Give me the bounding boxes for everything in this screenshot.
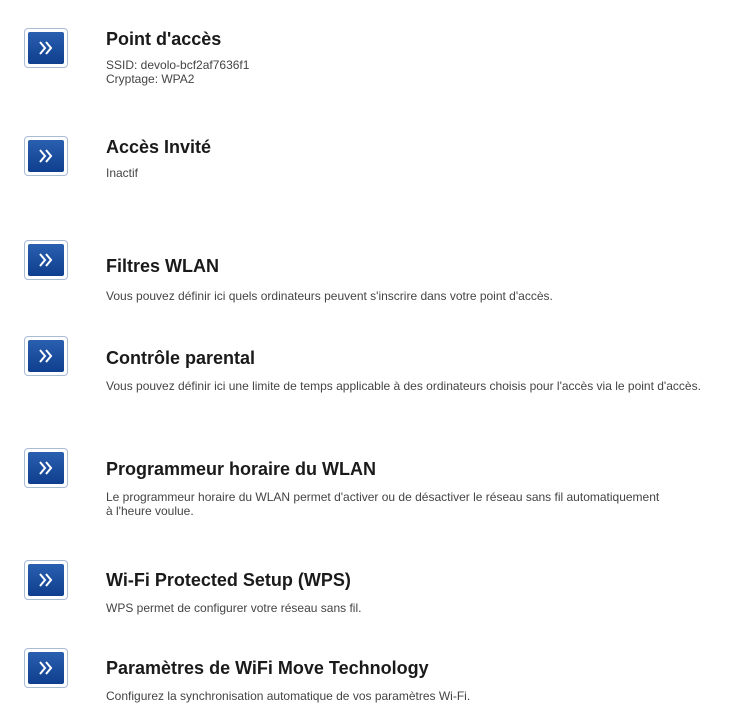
encryption-text: Cryptage: WPA2 [106,72,195,86]
menu-item-title[interactable]: Paramètres de WiFi Move Technology [106,657,429,679]
menu-item-description: Vous pouvez définir ici une limite de te… [106,379,738,393]
menu-item-title[interactable]: Filtres WLAN [106,255,219,277]
open-wlan-scheduler-button[interactable] [24,448,68,488]
description-line: WPS permet de configurer votre réseau sa… [106,601,362,615]
double-chevron-right-icon [28,340,64,372]
double-chevron-right-icon [28,452,64,484]
open-access-point-button[interactable] [24,28,68,68]
double-chevron-right-icon [28,32,64,64]
menu-item-title[interactable]: Wi-Fi Protected Setup (WPS) [106,569,351,591]
double-chevron-right-icon [28,140,64,172]
open-parental-control-button[interactable] [24,336,68,376]
description-line: Le programmeur horaire du WLAN permet d'… [106,490,660,518]
open-wps-button[interactable] [24,560,68,600]
guest-access-status: Inactif [106,166,139,180]
description-line: Configurez la synchronisation automatiqu… [106,689,471,703]
open-wlan-filters-button[interactable] [24,240,68,280]
open-guest-access-button[interactable] [24,136,68,176]
double-chevron-right-icon [28,244,64,276]
menu-item-title[interactable]: Programmeur horaire du WLAN [106,458,376,480]
menu-item-description: Configurez la synchronisation automatiqu… [106,689,738,703]
menu-item-title[interactable]: Point d'accès [106,28,221,50]
open-wifi-move-button[interactable] [24,648,68,688]
menu-item-title[interactable]: Accès Invité [106,136,211,158]
menu-item-description: SSID: devolo-bcf2af7636f1 Cryptage: WPA2 [106,58,738,86]
menu-item-description: WPS permet de configurer votre réseau sa… [106,601,738,615]
menu-item-description: Le programmeur horaire du WLAN permet d'… [106,490,666,518]
double-chevron-right-icon [28,564,64,596]
menu-item-description: Vous pouvez définir ici quels ordinateur… [106,289,738,303]
menu-item-title[interactable]: Contrôle parental [106,347,255,369]
double-chevron-right-icon [28,652,64,684]
description-line: Vous pouvez définir ici quels ordinateur… [106,289,553,303]
description-line: Vous pouvez définir ici une limite de te… [106,379,701,393]
menu-item-description: Inactif [106,166,738,180]
wlan-settings-page: Point d'accès SSID: devolo-bcf2af7636f1 … [0,0,739,706]
ssid-text: SSID: devolo-bcf2af7636f1 [106,58,250,72]
